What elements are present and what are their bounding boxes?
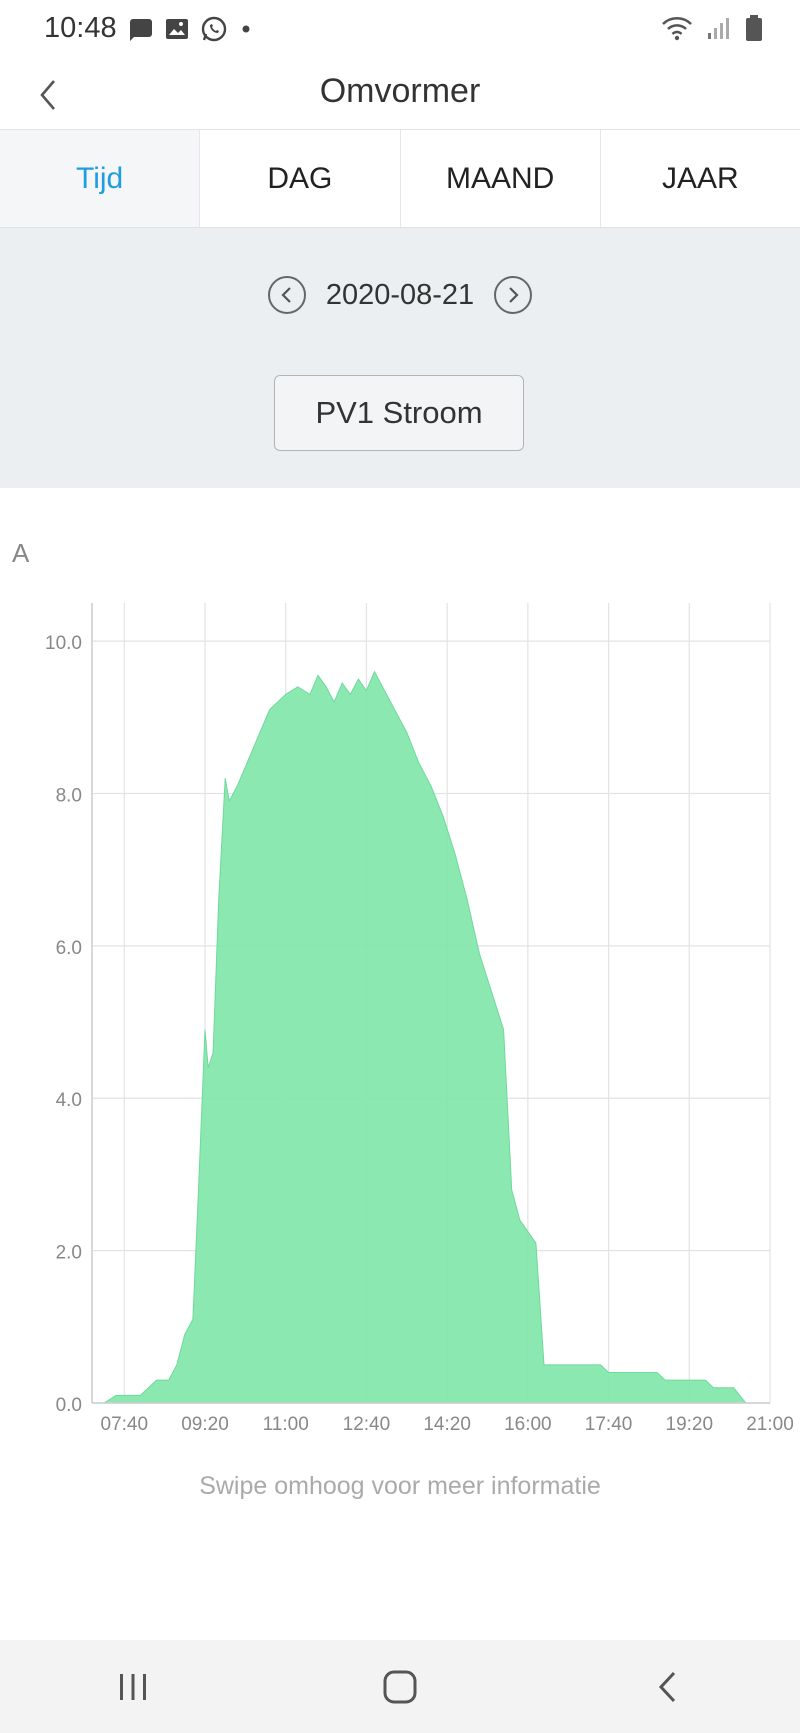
recent-apps-button[interactable] [78,1652,188,1722]
y-tick-label: 8.0 [56,785,82,806]
swipe-hint: Swipe omhoog voor meer informatie [199,1472,601,1500]
parameter-selector[interactable]: PV1 Stroom [274,375,524,451]
current-chart[interactable]: 0.0 2.0 4.0 6.0 8.0 10.0 07:40 09:20 11:00 12:40 1… [0,540,800,1440]
x-tick-label: 11:00 [263,1414,309,1435]
chart-controls: 2020-08-21 PV1 Stroom [0,228,800,488]
x-tick-label: 17:40 [585,1414,633,1435]
y-tick-label: 10.0 [45,633,82,654]
page-title: Omvormer [319,72,481,110]
chevron-right-icon [509,287,519,303]
status-bar: 10:48 [0,0,800,60]
back-nav-button[interactable] [612,1652,722,1722]
chat-bubble-icon [130,19,152,41]
y-tick-label: 0.0 [56,1395,82,1416]
y-tick-label: 2.0 [56,1243,82,1264]
x-tick-label: 16:00 [504,1414,552,1435]
tab-dag[interactable]: DAG [200,130,401,227]
x-tick-label: 19:20 [666,1414,714,1435]
x-tick-label: 12:40 [343,1414,391,1435]
status-time: 10:48 [44,12,117,44]
tab-jaar[interactable]: JAAR [600,130,800,227]
chevron-left-icon [281,287,291,303]
period-tabs: Tijd DAG MAAND JAAR [0,130,800,228]
notification-icons [128,15,254,43]
gallery-icon [166,19,188,39]
wifi-icon [662,17,692,41]
current-area-series [102,670,747,1404]
next-date-button[interactable] [494,276,533,314]
signal-icon [708,18,729,39]
x-tick-label: 09:20 [181,1414,229,1435]
previous-date-button[interactable] [267,276,306,314]
battery-icon [746,15,762,41]
system-icons [660,14,764,42]
chart-area: A 0.0 2.0 4.0 6.0 8.0 10.0 07:40 09:20 11:00 12:4… [0,538,800,1435]
tab-maand[interactable]: MAAND [400,130,601,227]
back-arrow-icon [658,1671,675,1702]
whatsapp-icon [201,16,227,42]
tab-tijd[interactable]: Tijd [0,130,201,227]
home-icon [383,1670,417,1703]
more-notifications-icon [242,25,250,33]
y-tick-label: 6.0 [56,938,82,959]
x-tick-label: 14:20 [423,1414,471,1435]
selected-date[interactable]: 2020-08-21 [326,279,474,312]
recent-apps-icon [120,1673,147,1700]
x-tick-label: 07:40 [101,1414,149,1435]
system-nav-bar [0,1640,800,1733]
y-tick-label: 4.0 [56,1090,82,1111]
title-bar: Omvormer [0,60,800,130]
home-button[interactable] [345,1652,455,1722]
date-navigator: 2020-08-21 [0,276,800,314]
x-tick-label: 21:00 [746,1414,794,1435]
